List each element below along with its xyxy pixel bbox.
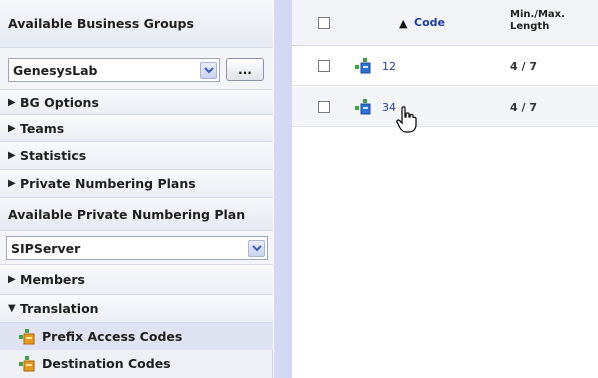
business-groups-header: Available Business Groups bbox=[0, 0, 273, 48]
expand-triangle-icon: ▶ bbox=[8, 122, 16, 134]
business-group-select-value: GenesysLab bbox=[13, 62, 98, 78]
translation-item-label: Prefix Access Codes bbox=[42, 329, 183, 344]
row-code[interactable]: 12 bbox=[382, 60, 396, 73]
plan-item-translation[interactable]: ▼ Translation bbox=[0, 295, 273, 323]
plan-item-label: Translation bbox=[20, 301, 99, 316]
row-length: 4 / 7 bbox=[510, 101, 537, 114]
column-header-length[interactable]: Min./Max. Length bbox=[510, 9, 565, 33]
translation-item-prefix-access-codes[interactable]: Prefix Access Codes bbox=[0, 323, 273, 350]
private-plan-header-label: Available Private Numbering Plan bbox=[8, 206, 246, 222]
private-plan-row: SIPServer bbox=[0, 231, 273, 265]
column-header-length-line1: Min./Max. bbox=[510, 9, 565, 20]
select-all-checkbox[interactable] bbox=[318, 17, 330, 29]
expand-triangle-icon: ▶ bbox=[8, 150, 16, 161]
sort-ascending-icon[interactable]: ▲ bbox=[399, 17, 407, 30]
dropdown-arrow-icon[interactable] bbox=[200, 62, 217, 79]
bg-item-teams[interactable]: ▶ Teams bbox=[0, 115, 273, 142]
row-item-icon bbox=[355, 99, 371, 115]
bg-item-label: Statistics bbox=[20, 148, 87, 163]
table-row[interactable]: 12 4 / 7 bbox=[292, 46, 598, 86]
expand-triangle-icon: ▶ bbox=[8, 274, 16, 285]
bg-item-private-numbering-plans[interactable]: ▶ Private Numbering Plans bbox=[0, 170, 273, 198]
dropdown-arrow-icon[interactable] bbox=[248, 240, 265, 257]
private-plan-select-value: SIPServer bbox=[11, 240, 81, 256]
splitter-bar[interactable] bbox=[274, 0, 292, 378]
row-item-icon bbox=[355, 58, 371, 74]
left-panel: Available Business Groups GenesysLab ...… bbox=[0, 0, 273, 378]
row-checkbox[interactable] bbox=[318, 101, 330, 113]
private-plan-select[interactable]: SIPServer bbox=[6, 236, 268, 260]
row-checkbox[interactable] bbox=[318, 60, 330, 72]
table-row[interactable]: 34 4 / 7 bbox=[292, 87, 598, 127]
column-header-length-line2: Length bbox=[510, 21, 550, 32]
bg-item-label: Private Numbering Plans bbox=[20, 176, 196, 191]
translation-item-destination-codes[interactable]: Destination Codes bbox=[0, 350, 273, 377]
expand-triangle-icon: ▶ bbox=[8, 178, 16, 189]
collapse-triangle-icon: ▼ bbox=[8, 303, 16, 314]
bg-item-label: BG Options bbox=[20, 94, 99, 110]
row-length: 4 / 7 bbox=[510, 60, 537, 73]
codes-grid: ▲ Code Min./Max. Length 12 4 / 7 34 4 / … bbox=[292, 0, 598, 378]
business-group-select[interactable]: GenesysLab bbox=[8, 58, 220, 82]
row-code[interactable]: 34 bbox=[382, 101, 396, 114]
plan-item-members[interactable]: ▶ Members bbox=[0, 265, 273, 295]
bg-item-statistics[interactable]: ▶ Statistics bbox=[0, 142, 273, 170]
plan-item-label: Members bbox=[20, 272, 85, 287]
column-header-code[interactable]: Code bbox=[414, 16, 445, 29]
destination-code-icon bbox=[19, 355, 35, 371]
bg-item-label: Teams bbox=[20, 120, 65, 136]
prefix-code-icon bbox=[19, 328, 35, 344]
more-options-button[interactable]: ... bbox=[226, 58, 264, 81]
translation-item-label: Destination Codes bbox=[42, 356, 171, 371]
private-plan-header: Available Private Numbering Plan bbox=[0, 198, 273, 231]
expand-triangle-icon: ▶ bbox=[8, 96, 16, 108]
business-groups-header-label: Available Business Groups bbox=[8, 16, 194, 31]
hand-cursor-icon bbox=[396, 106, 417, 133]
bg-item-bg-options[interactable]: ▶ BG Options bbox=[0, 90, 273, 115]
grid-header: ▲ Code Min./Max. Length bbox=[292, 0, 598, 46]
